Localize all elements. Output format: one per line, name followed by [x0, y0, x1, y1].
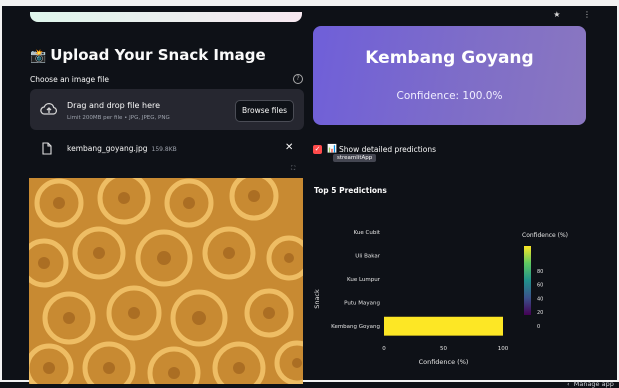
- x-axis-label: Confidence (%): [419, 358, 469, 366]
- show-details-label[interactable]: Show detailed predictions: [339, 145, 436, 154]
- snack-photo-illustration: [29, 178, 303, 384]
- top5-bar-chart: Kue Cubit Uli Bakar Kue Lumpur Putu Mayang K…: [313, 230, 568, 366]
- colorbar-label: Confidence (%): [522, 232, 568, 239]
- predicted-label: Kembang Goyang: [365, 48, 534, 68]
- browse-files-button[interactable]: Browse files: [235, 100, 294, 122]
- toolbar-icons[interactable]: ★ ⋮: [553, 10, 601, 19]
- x-tick-label: 100: [498, 346, 509, 352]
- show-details-checkbox[interactable]: ✓: [313, 145, 322, 154]
- file-uploader-label: Choose an image file: [30, 75, 109, 84]
- dropzone-limit: Limit 200MB per file • JPG, JPEG, PNG: [67, 115, 170, 121]
- uploaded-snack-image: [29, 178, 303, 384]
- upload-heading: 📸 Upload Your Snack Image: [30, 46, 266, 64]
- y-tick-label: Kembang Goyang: [331, 324, 380, 330]
- fullscreen-icon[interactable]: ⛶: [291, 165, 295, 173]
- chevron-left-icon: ‹: [567, 380, 574, 388]
- top5-title: Top 5 Predictions: [314, 186, 387, 195]
- colorbar: [524, 246, 531, 315]
- manage-app-button[interactable]: ‹ Manage app: [567, 380, 614, 388]
- colorbar-tick-label: 80: [537, 269, 543, 275]
- x-tick-label: 50: [440, 346, 447, 352]
- dropzone-title: Drag and drop file here: [67, 101, 161, 110]
- colorbar-tick-label: 40: [537, 296, 543, 302]
- bar: [384, 316, 503, 336]
- bar-chart-icon: 📊: [327, 144, 337, 153]
- y-axis-label: Snack: [313, 289, 321, 309]
- previous-element-bar: [30, 12, 302, 22]
- cloud-upload-icon: [40, 103, 58, 115]
- y-tick-label: Kue Lumpur: [347, 277, 381, 283]
- y-tick-label: Kue Cubit: [354, 230, 381, 236]
- x-tick-label: 0: [382, 346, 386, 352]
- colorbar-tick-label: 60: [537, 283, 543, 289]
- app-frame: ★ ⋮ 📸 Upload Your Snack Image Choose an i…: [0, 0, 619, 388]
- tooltip: streamlitApp: [333, 154, 377, 162]
- prediction-card: Kembang Goyang Confidence: 100.0%: [313, 26, 586, 125]
- colorbar-tick-label: 0: [537, 324, 540, 330]
- file-dropzone[interactable]: Drag and drop file here Limit 200MB per …: [30, 89, 304, 130]
- colorbar-tick-label: 20: [537, 310, 543, 316]
- help-icon[interactable]: ?: [293, 74, 303, 84]
- y-tick-label: Putu Mayang: [344, 301, 380, 307]
- file-size: 159.8KB: [151, 146, 177, 153]
- manage-app-label: Manage app: [573, 380, 614, 388]
- y-tick-label: Uli Bakar: [355, 253, 380, 259]
- uploaded-file-row: kembang_goyang.jpg 159.8KB ✕: [30, 142, 304, 158]
- upload-heading-text: Upload Your Snack Image: [50, 46, 266, 64]
- prediction-confidence: Confidence: 100.0%: [396, 90, 503, 102]
- file-name: kembang_goyang.jpg 159.8KB: [67, 144, 177, 153]
- file-icon: [42, 142, 52, 155]
- remove-file-close-icon[interactable]: ✕: [285, 142, 293, 153]
- file-name-text: kembang_goyang.jpg: [67, 144, 148, 153]
- camera-icon: 📸: [30, 49, 47, 64]
